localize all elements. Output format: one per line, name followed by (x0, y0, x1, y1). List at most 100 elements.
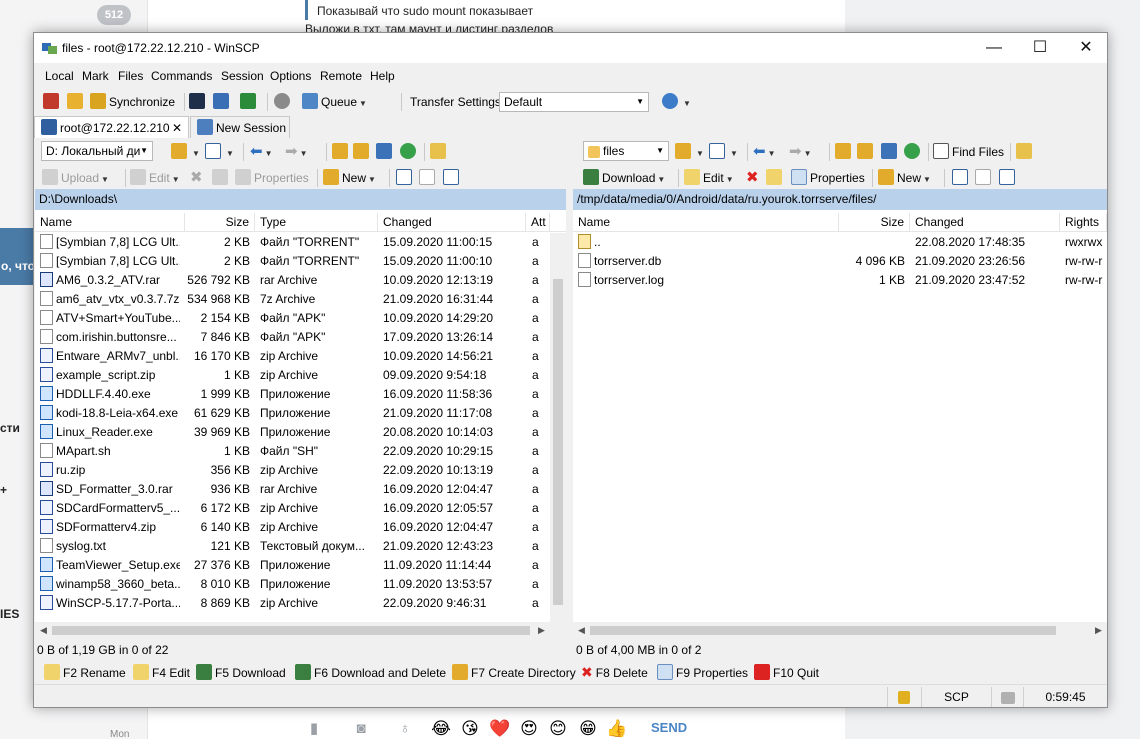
col-size[interactable]: Size (185, 213, 255, 232)
table-row[interactable]: winamp58_3660_beta... 8 010 KB Приложение 1… (35, 575, 566, 594)
f10-quit-button[interactable]: F10 Quit (754, 664, 819, 680)
emoji-heart-icon[interactable]: ❤️ (489, 718, 511, 739)
active-chat-fragment[interactable]: о, что (0, 228, 36, 285)
queue-button[interactable]: Queue ▼ (302, 92, 367, 112)
compare-button[interactable] (43, 92, 62, 112)
file-icon[interactable]: ▮ (305, 720, 323, 738)
minimize-button[interactable]: — (971, 33, 1017, 63)
f2-rename-button[interactable]: F2 Rename (44, 664, 126, 680)
right-properties-button[interactable]: Properties (791, 168, 865, 188)
f6-download-delete-button[interactable]: F6 Download and Delete (295, 664, 446, 680)
menu-mark[interactable]: Mark (82, 69, 109, 83)
f9-properties-button[interactable]: F9 Properties (657, 664, 748, 680)
remote-parent-dir-button[interactable] (835, 142, 854, 162)
emoji-kiss-icon[interactable]: 😘 (459, 718, 481, 739)
table-row[interactable]: Entware_ARMv7_unbl... 16 170 KB zip Archiv… (35, 347, 566, 366)
local-path[interactable]: D:\Downloads\ (35, 189, 566, 210)
table-row[interactable]: com.irishin.buttonsre... 7 846 KB Файл "AP… (35, 328, 566, 347)
download-button[interactable]: Download ▼ (583, 168, 665, 188)
table-row[interactable]: WinSCP-5.17.7-Porta... 8 869 KB zip Archiv… (35, 594, 566, 613)
table-row[interactable]: am6_atv_vtx_v0.3.7.7z 534 968 KB 7z Archiv… (35, 290, 566, 309)
table-row[interactable]: HDDLLF.4.40.exe 1 999 KB Приложение 16.09.2… (35, 385, 566, 404)
sync-browse-button[interactable]: ▼ (662, 92, 691, 112)
table-row[interactable]: MApart.sh 1 KB Файл "SH" 22.09.2020 10:29:1… (35, 442, 566, 461)
local-vscrollbar[interactable] (550, 233, 566, 622)
send-button[interactable]: SEND (651, 720, 687, 735)
remote-hscroll-thumb[interactable] (590, 626, 1056, 635)
transfer-settings-select[interactable]: Default ▼ (499, 92, 649, 112)
remote-back-button[interactable]: ⬅ ▼ (753, 142, 776, 162)
sync-dirs-button[interactable] (67, 92, 86, 112)
right-unselect-button[interactable] (975, 168, 994, 188)
menu-local[interactable]: Local (45, 69, 74, 83)
remote-tree-button[interactable] (1016, 142, 1035, 162)
right-edit-button[interactable]: Edit ▼ (684, 168, 734, 188)
col-attr[interactable]: Att (526, 213, 550, 232)
col-changed[interactable]: Changed (378, 213, 526, 232)
table-row[interactable]: TeamViewer_Setup.exe 27 376 KB Приложение 1… (35, 556, 566, 575)
menu-options[interactable]: Options (270, 69, 311, 83)
table-row[interactable]: .. 22.08.2020 17:48:35 rwxrwx (573, 233, 1107, 252)
col-changed[interactable]: Changed (910, 213, 1060, 232)
table-row[interactable]: torrserver.db 4 096 KB 21.09.2020 23:26:56… (573, 252, 1107, 271)
maximize-button[interactable]: ☐ (1017, 33, 1063, 63)
remote-folder-select[interactable]: files ▼ (583, 141, 669, 161)
f4-edit-button[interactable]: F4 Edit (133, 664, 190, 680)
remote-open-dir-button[interactable]: ▼ (675, 142, 704, 162)
title-bar[interactable]: files - root@172.22.12.210 - WinSCP — ☐ … (34, 33, 1107, 63)
f8-delete-button[interactable]: ✖ F8 Delete (581, 664, 648, 681)
menu-session[interactable]: Session (221, 69, 264, 83)
remote-refresh-button[interactable] (904, 142, 923, 162)
remote-filter-button[interactable]: ▼ (709, 142, 738, 162)
table-row[interactable]: kodi-18.8-Leia-x64.exe 61 629 KB Приложени… (35, 404, 566, 423)
remote-root-dir-button[interactable] (857, 142, 876, 162)
table-row[interactable]: SDFormatterv4.zip 6 140 KB zip Archive 16.0… (35, 518, 566, 537)
right-select-all-button[interactable] (952, 168, 971, 188)
local-hscroll-thumb[interactable] (52, 626, 530, 635)
f7-create-directory-button[interactable]: F7 Create Directory (452, 664, 576, 680)
table-row[interactable]: torrserver.log 1 KB 21.09.2020 23:47:52 rw-… (573, 271, 1107, 290)
table-row[interactable]: Linux_Reader.exe 39 969 KB Приложение 20.08… (35, 423, 566, 442)
menu-commands[interactable]: Commands (151, 69, 212, 83)
remote-path[interactable]: /tmp/data/media/0/Android/data/ru.yourok… (573, 189, 1107, 210)
col-rights[interactable]: Rights (1060, 213, 1107, 232)
table-row[interactable]: SD_Formatter_3.0.rar 936 KB rar Archive 16.… (35, 480, 566, 499)
emoji-grin-icon[interactable]: 😁 (577, 718, 599, 739)
putty-button[interactable] (213, 92, 232, 112)
remote-hscrollbar[interactable]: ◀ ▶ (573, 622, 1107, 639)
emoji-hearteyes-icon[interactable]: 😍 (518, 718, 540, 739)
menu-help[interactable]: Help (370, 69, 395, 83)
table-row[interactable]: example_script.zip 1 KB zip Archive 09.09.2… (35, 366, 566, 385)
col-type[interactable]: Type (255, 213, 378, 232)
tab-new-session[interactable]: New Session (190, 116, 290, 138)
find-files-button[interactable]: Find Files (933, 142, 1004, 162)
close-tab-icon[interactable]: ✕ (172, 117, 182, 139)
terminal-button[interactable] (189, 92, 208, 112)
table-row[interactable]: [Symbian 7,8] LCG Ult... 2 KB Файл "TORREN… (35, 252, 566, 271)
right-new-button[interactable]: New ▼ (878, 168, 931, 188)
local-vscroll-thumb[interactable] (553, 279, 563, 605)
menu-remote[interactable]: Remote (320, 69, 362, 83)
emoji-thumbsup-icon[interactable]: 👍 (606, 718, 628, 739)
menu-files[interactable]: Files (118, 69, 143, 83)
synchronize-button[interactable]: Synchronize (90, 92, 175, 112)
table-row[interactable]: syslog.txt 121 KB Текстовый докум... 21.09.… (35, 537, 566, 556)
remote-forward-button[interactable]: ➡ ▼ (789, 142, 812, 162)
emoji-smile-icon[interactable]: 😊 (547, 718, 569, 739)
emoji-laugh-icon[interactable]: 😂 (430, 718, 452, 739)
right-filter-select-button[interactable] (999, 168, 1018, 188)
table-row[interactable]: SDCardFormatterv5_... 6 172 KB zip Archive… (35, 499, 566, 518)
remote-home-button[interactable] (881, 142, 900, 162)
col-size[interactable]: Size (839, 213, 910, 232)
close-button[interactable]: ✕ (1063, 33, 1109, 63)
table-row[interactable]: ATV+Smart+YouTube... 2 154 KB Файл "APK" 10… (35, 309, 566, 328)
col-name[interactable]: Name (573, 213, 839, 232)
table-row[interactable]: ru.zip 356 KB zip Archive 22.09.2020 10:13:… (35, 461, 566, 480)
local-hscrollbar[interactable]: ◀ ▶ (35, 622, 566, 639)
right-delete-button[interactable]: ✖ (746, 168, 759, 188)
table-row[interactable]: AM6_0.3.2_ATV.rar 526 792 KB rar Archive 10… (35, 271, 566, 290)
f5-download-button[interactable]: F5 Download (196, 664, 286, 680)
camera-icon[interactable]: ◙ (352, 720, 370, 738)
right-rename-button[interactable] (766, 168, 785, 188)
microphone-icon[interactable]: ♁ (396, 720, 414, 738)
